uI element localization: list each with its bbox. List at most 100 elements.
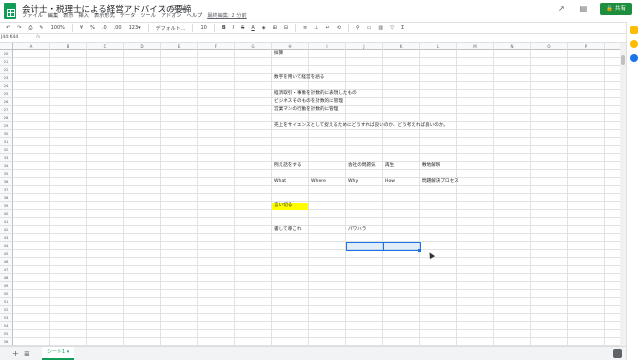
number-format-select[interactable]: 123▾ xyxy=(129,25,141,31)
menu-data[interactable]: データ xyxy=(120,12,136,19)
menu-help[interactable]: ヘルプ xyxy=(187,12,203,19)
row-header-33[interactable]: 33 xyxy=(0,154,13,162)
row-header-34[interactable]: 34 xyxy=(0,162,13,170)
menu-tools[interactable]: ツール xyxy=(140,12,156,19)
row-header-45[interactable]: 45 xyxy=(0,250,13,258)
sheet-tab[interactable]: シート1 ▾ xyxy=(42,347,74,360)
cell-h36[interactable]: What xyxy=(272,178,286,186)
italic-button[interactable]: I xyxy=(233,25,234,31)
row-header-54[interactable]: 54 xyxy=(0,322,13,330)
keep-icon[interactable] xyxy=(630,40,638,48)
calendar-icon[interactable] xyxy=(630,26,638,34)
name-box[interactable]: J44:K44 xyxy=(0,35,30,40)
active-cell[interactable] xyxy=(346,242,384,251)
row-header-36[interactable]: 36 xyxy=(0,178,13,186)
cell-j34[interactable]: 会社の問題気 xyxy=(346,162,376,170)
tasks-icon[interactable] xyxy=(630,54,638,62)
cell-h23[interactable]: 数字を用いて経営を語る xyxy=(272,74,324,82)
comment-icon[interactable]: ▤ xyxy=(578,4,588,14)
row-header-21[interactable]: 21 xyxy=(0,58,13,66)
row-header-38[interactable]: 38 xyxy=(0,194,13,202)
row-header-35[interactable]: 35 xyxy=(0,170,13,178)
row-header-25[interactable]: 25 xyxy=(0,90,13,98)
all-sheets-icon[interactable]: ≣ xyxy=(24,350,30,358)
add-sheet-icon[interactable]: + xyxy=(12,349,19,358)
cell-h34[interactable]: 例え話をする xyxy=(272,162,302,170)
row-header-44[interactable]: 44 xyxy=(0,242,13,250)
cell-k34[interactable]: 再生 xyxy=(383,162,394,170)
paint-format-icon[interactable]: ✎ xyxy=(39,25,43,31)
menu-edit[interactable]: 編集 xyxy=(48,12,58,19)
column-header-h[interactable]: H xyxy=(272,43,309,50)
row-header-42[interactable]: 42 xyxy=(0,226,13,234)
filter-icon[interactable]: ▽ xyxy=(390,25,394,31)
cell-j36[interactable]: Why xyxy=(346,178,358,186)
menu-insert[interactable]: 挿入 xyxy=(79,12,89,19)
column-header-m[interactable]: M xyxy=(457,43,494,50)
row-header-32[interactable]: 32 xyxy=(0,146,13,154)
currency-button[interactable]: ¥ xyxy=(80,25,83,31)
row-header-40[interactable]: 40 xyxy=(0,210,13,218)
row-header-48[interactable]: 48 xyxy=(0,274,13,282)
share-button[interactable]: 🔒 共有 xyxy=(600,3,632,15)
row-header-28[interactable]: 28 xyxy=(0,114,13,122)
cell-h26[interactable]: ビジネスそのものを計数的に管理 xyxy=(272,98,343,106)
cell-h29[interactable]: 売上をサイエンスとして捉えるためにどうすれば良いのか、どう考えれば良いのか。 xyxy=(272,122,448,130)
cell-h27[interactable]: 営業マンの行動を計数的に管理 xyxy=(272,106,338,114)
cell-l34[interactable]: 敷地解釈 xyxy=(420,162,440,170)
print-icon[interactable]: ⎙ xyxy=(28,25,32,31)
row-header-49[interactable]: 49 xyxy=(0,282,13,290)
zoom-select[interactable]: 100% xyxy=(51,25,65,31)
cell-h39[interactable]: 言い切る xyxy=(272,202,292,210)
column-header-g[interactable]: G xyxy=(235,43,272,50)
star-icon[interactable]: ☆ xyxy=(160,4,170,12)
align-icon[interactable]: ≡ xyxy=(303,25,307,31)
column-header-b[interactable]: B xyxy=(50,43,87,50)
row-header-43[interactable]: 43 xyxy=(0,234,13,242)
undo-icon[interactable]: ↶ xyxy=(6,25,10,31)
chart-icon[interactable]: ▥ xyxy=(378,25,383,31)
increase-decimal-button[interactable]: .00 xyxy=(114,25,122,31)
rotate-icon[interactable]: ⟲ xyxy=(337,25,341,31)
row-header-52[interactable]: 52 xyxy=(0,306,13,314)
row-header-51[interactable]: 51 xyxy=(0,298,13,306)
column-header-p[interactable]: P xyxy=(568,43,605,50)
trend-icon[interactable]: ↗ xyxy=(556,4,566,14)
row-header-53[interactable]: 53 xyxy=(0,314,13,322)
redo-icon[interactable]: ↷ xyxy=(17,25,21,31)
valign-icon[interactable]: ⊥ xyxy=(314,25,318,31)
last-edit-link[interactable]: 最終編集: 2 分前 xyxy=(207,12,246,19)
decrease-decimal-button[interactable]: .0 xyxy=(102,25,107,31)
move-icon[interactable]: ⊡ xyxy=(170,4,180,12)
scroll-thumb[interactable] xyxy=(621,55,625,65)
row-header-24[interactable]: 24 xyxy=(0,82,13,90)
column-header-d[interactable]: D xyxy=(124,43,161,50)
merge-icon[interactable]: ⊟ xyxy=(284,25,288,31)
column-header-o[interactable]: O xyxy=(531,43,568,50)
row-header-20[interactable]: 20 xyxy=(0,50,13,58)
cell-l36[interactable]: 問題解決プロセス xyxy=(420,178,459,186)
column-header-i[interactable]: I xyxy=(309,43,346,50)
spreadsheet-grid[interactable]: ABCDEFGHIJKLMNOPQ20212223242526272829303… xyxy=(0,43,620,346)
row-header-41[interactable]: 41 xyxy=(0,218,13,226)
cell-h20[interactable]: 採算 xyxy=(272,50,283,58)
row-header-23[interactable]: 23 xyxy=(0,74,13,82)
wrap-icon[interactable]: ↵ xyxy=(326,25,330,31)
menu-addons[interactable]: アドオン xyxy=(161,12,182,19)
row-header-39[interactable]: 39 xyxy=(0,202,13,210)
cell-h42[interactable]: 書して導これ xyxy=(272,226,301,234)
menu-view[interactable]: 表示 xyxy=(63,12,73,19)
bold-button[interactable]: B xyxy=(222,25,226,31)
explore-icon[interactable] xyxy=(613,349,622,358)
cell-h25[interactable]: 経済取引・事象を計数的に表現したもの xyxy=(272,90,357,98)
select-all-corner[interactable] xyxy=(0,43,13,50)
column-header-c[interactable]: C xyxy=(87,43,124,50)
percent-button[interactable]: % xyxy=(90,25,95,31)
cloud-icon[interactable]: ☁ xyxy=(180,4,191,12)
menu-file[interactable]: ファイル xyxy=(22,12,43,19)
row-header-27[interactable]: 27 xyxy=(0,106,13,114)
row-header-30[interactable]: 30 xyxy=(0,130,13,138)
row-header-37[interactable]: 37 xyxy=(0,186,13,194)
cell-j42[interactable]: パワハラ xyxy=(346,226,366,234)
link-icon[interactable]: ⚲ xyxy=(356,25,360,31)
